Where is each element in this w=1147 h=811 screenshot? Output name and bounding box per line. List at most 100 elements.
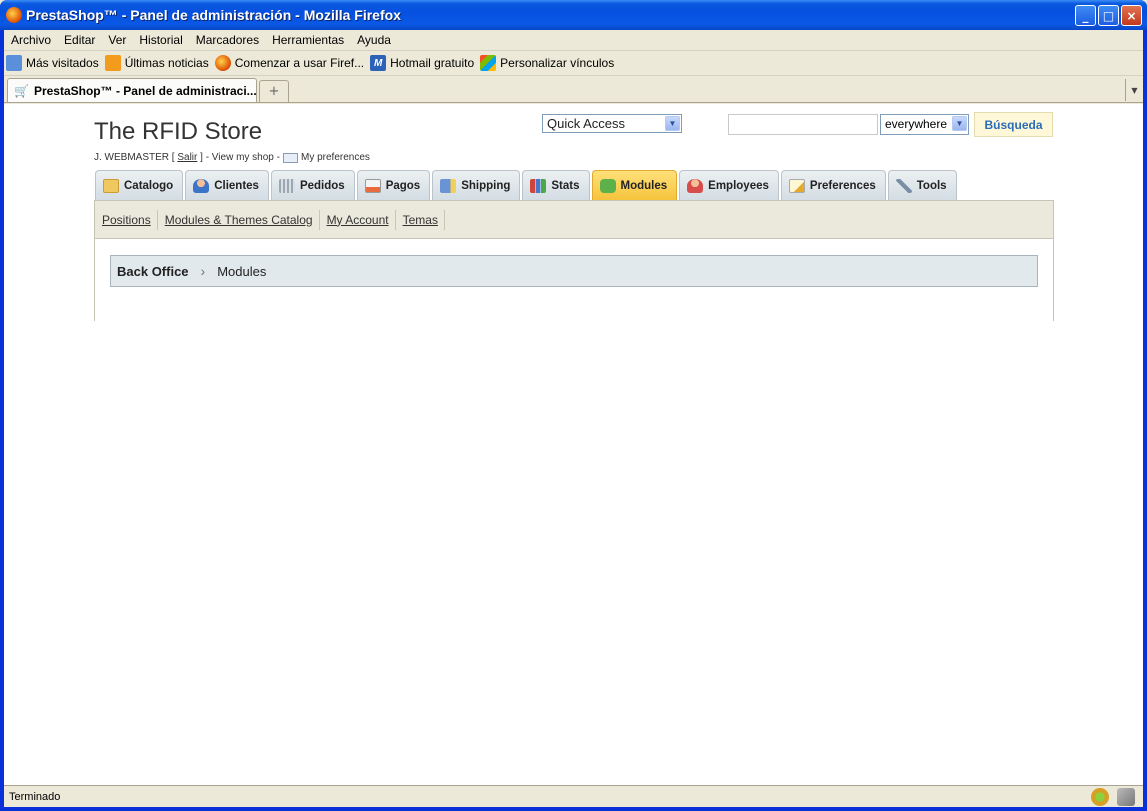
tab-modules[interactable]: Modules	[591, 170, 678, 200]
customer-icon	[193, 178, 210, 193]
menu-editar[interactable]: Editar	[59, 33, 103, 47]
addon-status-icon[interactable]	[1091, 788, 1109, 806]
quick-access-select[interactable]: Quick Access ▼	[542, 114, 682, 133]
payment-icon	[364, 178, 381, 193]
new-tab-button[interactable]: +	[259, 80, 289, 102]
logout-link[interactable]: Salir	[177, 152, 197, 163]
windows-icon	[480, 55, 497, 71]
tab-clientes[interactable]: Clientes	[185, 170, 269, 200]
cart-icon: 🛒	[14, 83, 29, 98]
puzzle-icon	[599, 178, 616, 193]
network-icon[interactable]	[1117, 788, 1135, 806]
rss-icon	[104, 55, 121, 71]
user-info: J. WEBMASTER [ Salir ] - View my shop - …	[94, 152, 370, 163]
bookmark-customize-links[interactable]: Personalizar vínculos	[480, 55, 614, 71]
minimize-button[interactable]: _	[1075, 5, 1096, 26]
hotmail-icon: M	[370, 55, 387, 71]
bookmark-label: Hotmail gratuito	[390, 56, 475, 70]
user-name: J. WEBMASTER [	[94, 152, 175, 163]
subnav-temas[interactable]: Temas	[403, 209, 445, 230]
status-icons	[1091, 788, 1135, 806]
breadcrumb-current: Modules	[217, 263, 267, 279]
orders-icon	[278, 178, 295, 193]
breadcrumb-root[interactable]: Back Office	[117, 264, 189, 279]
chevron-right-icon: ›	[200, 263, 206, 279]
preferences-card-icon	[282, 152, 298, 163]
store-title: The RFID Store	[94, 118, 263, 145]
preferences-icon	[788, 178, 805, 193]
tab-tools[interactable]: Tools	[887, 170, 957, 200]
menu-historial[interactable]: Historial	[134, 33, 190, 47]
tab-label: Pagos	[385, 179, 421, 192]
admin-tabs: Catalogo Clientes Pedidos Pagos Shipping	[95, 170, 957, 200]
most-visited-icon	[6, 55, 22, 71]
tab-label: Pedidos	[299, 179, 345, 192]
firefox-icon	[214, 55, 231, 71]
subnav-modules-themes-catalog[interactable]: Modules & Themes Catalog	[165, 209, 320, 230]
my-preferences-link[interactable]: My preferences	[301, 152, 370, 163]
tab-label: Tools	[916, 179, 947, 192]
bookmark-label: Personalizar vínculos	[500, 56, 615, 70]
close-button[interactable]: ×	[1121, 5, 1142, 26]
bookmark-hotmail[interactable]: M Hotmail gratuito	[370, 55, 474, 71]
tab-preferences[interactable]: Preferences	[780, 170, 886, 200]
breadcrumb: Back Office › Modules	[110, 255, 1038, 287]
browser-client: Archivo Editar Ver Historial Marcadores …	[4, 30, 1143, 807]
sub-navigation: Positions Modules & Themes Catalog My Ac…	[94, 200, 1054, 239]
search-button[interactable]: Búsqueda	[974, 112, 1053, 137]
truck-icon	[440, 178, 457, 193]
chevron-down-icon: ▼	[952, 116, 967, 131]
tab-label: Preferences	[809, 179, 876, 192]
bookmark-getting-started[interactable]: Comenzar a usar Firef...	[214, 55, 365, 71]
tab-list-button[interactable]: ▼	[1125, 79, 1143, 101]
page-viewport: The RFID Store J. WEBMASTER [ Salir ] - …	[4, 104, 1143, 785]
quick-access-value: Quick Access	[547, 116, 626, 131]
browser-tab-label: PrestaShop™ - Panel de administraci...	[33, 83, 257, 98]
status-bar: Terminado	[4, 785, 1143, 807]
bookmarks-toolbar: Más visitados Últimas noticias Comenzar …	[4, 51, 1143, 76]
tab-employees[interactable]: Employees	[679, 170, 779, 200]
window-title: PrestaShop™ - Panel de administración - …	[26, 7, 401, 23]
menu-ayuda[interactable]: Ayuda	[352, 33, 399, 47]
chevron-down-icon: ▼	[665, 116, 680, 131]
tab-label: Catalogo	[124, 179, 174, 192]
bookmark-most-visited[interactable]: Más visitados	[6, 55, 99, 71]
menu-archivo[interactable]: Archivo	[6, 33, 59, 47]
tab-label: Clientes	[214, 179, 259, 192]
menu-bar: Archivo Editar Ver Historial Marcadores …	[4, 30, 1143, 51]
tab-catalogo[interactable]: Catalogo	[95, 170, 184, 200]
tab-label: Shipping	[461, 179, 511, 192]
firefox-window: PrestaShop™ - Panel de administración - …	[0, 0, 1147, 811]
subnav-my-account[interactable]: My Account	[327, 209, 396, 230]
bookmark-latest-news[interactable]: Últimas noticias	[104, 55, 209, 71]
bookmark-label: Más visitados	[26, 56, 99, 70]
menu-marcadores[interactable]: Marcadores	[191, 33, 267, 47]
stats-icon	[530, 178, 547, 193]
tab-label: Stats	[551, 179, 580, 192]
view-shop-link[interactable]: ] - View my shop -	[200, 152, 280, 163]
bookmark-label: Últimas noticias	[124, 56, 209, 70]
window-controls: _ □ ×	[1075, 5, 1142, 26]
search-input[interactable]	[728, 114, 878, 135]
tab-pagos[interactable]: Pagos	[356, 170, 431, 200]
employee-icon	[687, 178, 704, 193]
tab-label: Modules	[620, 179, 668, 192]
title-bar[interactable]: PrestaShop™ - Panel de administración - …	[0, 0, 1147, 30]
subnav-positions[interactable]: Positions	[102, 209, 158, 230]
tab-stats[interactable]: Stats	[522, 170, 590, 200]
browser-tab-prestashop[interactable]: 🛒 PrestaShop™ - Panel de administraci...	[7, 78, 257, 102]
wrench-icon	[895, 178, 912, 193]
search-scope-select[interactable]: everywhere ▼	[880, 114, 969, 135]
tab-label: Employees	[708, 179, 769, 192]
search-scope-value: everywhere	[885, 117, 948, 131]
firefox-icon	[6, 7, 22, 23]
bookmark-label: Comenzar a usar Firef...	[234, 56, 365, 70]
tab-pedidos[interactable]: Pedidos	[270, 170, 355, 200]
browser-tab-strip: 🛒 PrestaShop™ - Panel de administraci...…	[4, 76, 1143, 103]
maximize-button[interactable]: □	[1098, 5, 1119, 26]
status-text: Terminado	[9, 790, 61, 803]
menu-ver[interactable]: Ver	[103, 33, 134, 47]
tab-shipping[interactable]: Shipping	[432, 170, 521, 200]
menu-herramientas[interactable]: Herramientas	[267, 33, 352, 47]
folder-icon	[103, 178, 119, 193]
